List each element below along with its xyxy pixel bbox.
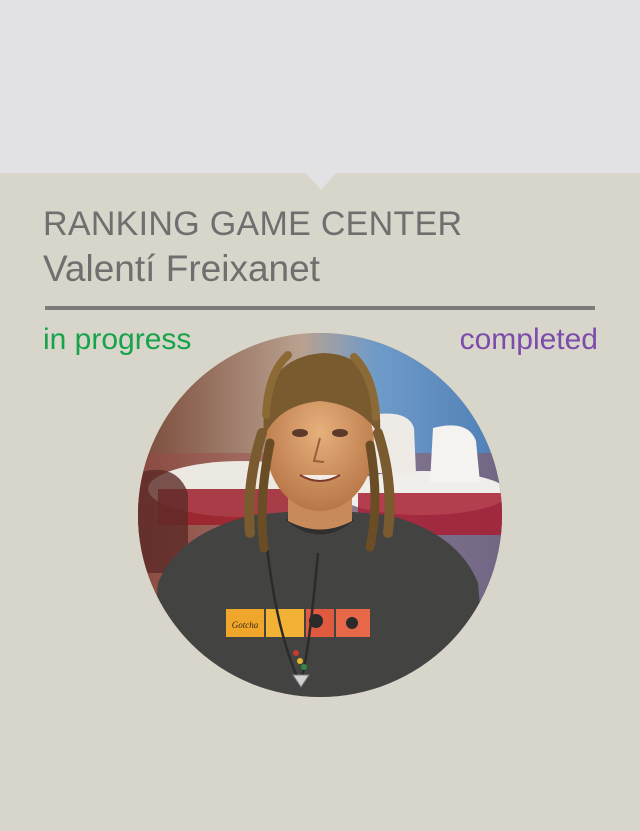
shirt-print-icon: Gotcha: [226, 609, 370, 637]
tab-completed[interactable]: completed: [460, 323, 598, 357]
avatar[interactable]: Gotcha: [138, 333, 502, 697]
header-divider: [45, 306, 595, 310]
player-name: Valentí Freixanet: [43, 248, 320, 289]
top-banner: [0, 0, 640, 173]
app-title: RANKING GAME CENTER: [43, 205, 463, 243]
pointer-notch-icon: [306, 173, 336, 190]
svg-text:Gotcha: Gotcha: [232, 620, 259, 630]
tab-in-progress[interactable]: in progress: [43, 323, 191, 357]
avatar-photo: Gotcha: [138, 333, 502, 697]
shirt: [148, 509, 488, 697]
